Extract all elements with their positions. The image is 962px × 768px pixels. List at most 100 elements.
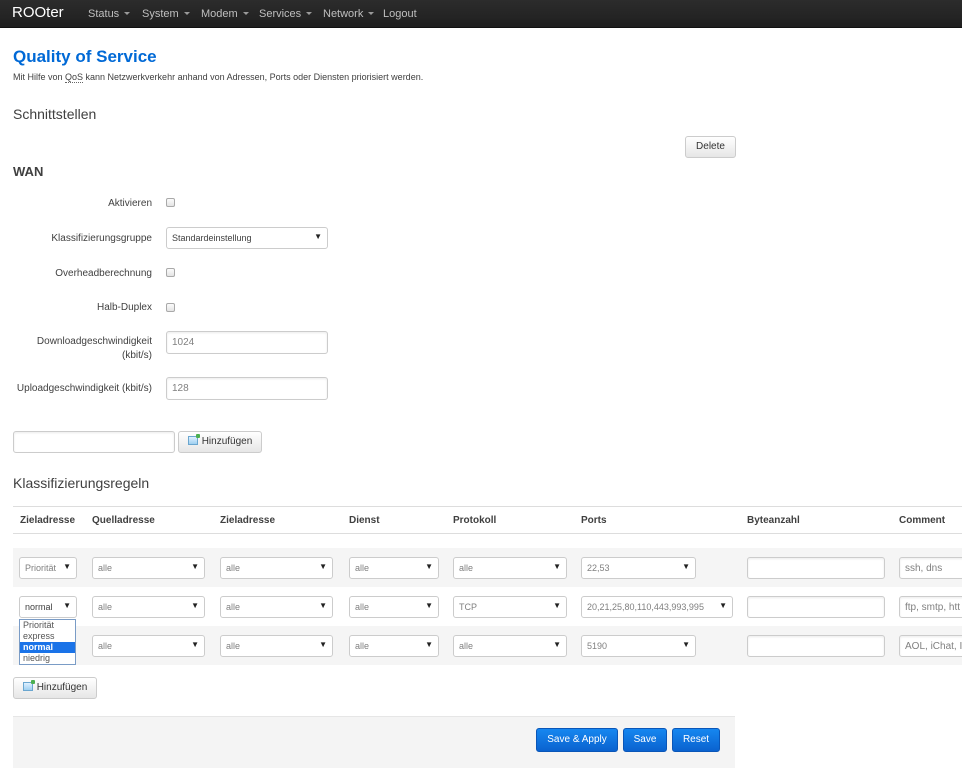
ports-select[interactable]: 5190 ▼ [581,635,696,657]
enable-checkbox[interactable] [166,198,175,207]
rules-table-header: Zieladresse Quelladresse Zieladresse Die… [13,506,962,534]
brand-logo[interactable]: ROOter [12,4,64,21]
source-select[interactable]: alle ▼ [92,557,205,579]
chevron-down-icon: ▼ [553,640,561,649]
dropdown-option-selected[interactable]: normal [20,642,75,653]
dropdown-option[interactable]: Priorität [20,620,75,631]
download-speed-input[interactable]: 1024 [166,331,328,354]
cell-value: 22,53 [587,563,610,573]
cell-value: alle [355,563,370,573]
target-dropdown-list: Priorität express normal niedrig [19,619,76,665]
comment-input[interactable]: AOL, iChat, I [899,635,962,657]
chevron-down-icon: ▼ [319,640,327,649]
add-rule-button[interactable]: Hinzufügen [13,677,97,699]
page-description: Mit Hilfe von QoS kann Netzwerkverkehr a… [13,72,424,83]
destination-select[interactable]: alle ▼ [220,635,333,657]
save-button[interactable]: Save [623,728,667,752]
comment-input[interactable]: ftp, smtp, htt [899,596,962,618]
chevron-down-icon: ▼ [191,601,199,610]
protocol-select[interactable]: TCP ▼ [453,596,567,618]
protocol-select[interactable]: alle ▼ [453,635,567,657]
nav-services[interactable]: Services [259,8,313,20]
desc-suffix: kann Netzwerkverkehr anhand von Adressen… [83,72,424,82]
chevron-down-icon: ▼ [553,562,561,571]
cell-value: alle [98,641,113,651]
destination-select[interactable]: alle ▼ [220,596,333,618]
nav-services-label: Services [259,8,302,20]
chevron-down-icon: ▼ [553,601,561,610]
col-bytes: Byteanzahl [747,515,800,526]
dropdown-option[interactable]: niedrig [20,653,75,664]
chevron-down-icon [306,12,313,15]
classgroup-label: Klassifizierungsgruppe [51,233,152,244]
reset-button[interactable]: Reset [672,728,720,752]
upload-speed-input[interactable]: 128 [166,377,328,400]
bytes-input[interactable] [747,596,885,618]
cell-value: TCP [459,602,477,612]
service-select[interactable]: alle ▼ [349,557,439,579]
ports-select[interactable]: 22,53 ▼ [581,557,696,579]
bytes-input[interactable] [747,635,885,657]
chevron-down-icon: ▼ [425,640,433,649]
cell-value: normal [25,602,53,612]
chevron-down-icon [242,12,249,15]
nav-logout[interactable]: Logout [383,8,417,20]
chevron-down-icon [124,12,131,15]
cell-value: alle [355,602,370,612]
col-target: Zieladresse [20,515,76,526]
chevron-down-icon: ▼ [719,601,727,610]
cell-value: alle [226,602,241,612]
col-protocol: Protokoll [453,515,497,526]
chevron-down-icon: ▼ [682,562,690,571]
nav-status[interactable]: Status [88,8,131,20]
col-ports: Ports [581,515,607,526]
add-icon [22,680,35,691]
dropdown-option[interactable]: express [20,631,75,642]
chevron-down-icon: ▼ [425,601,433,610]
rules-section-title: Klassifizierungsregeln [13,475,150,491]
download-label: Downloadgeschwindigkeit (kbit/s) [13,336,152,361]
cell-value: alle [98,563,113,573]
cell-value: alle [226,563,241,573]
nav-network[interactable]: Network [323,8,375,20]
col-comment: Comment [899,515,946,526]
protocol-select[interactable]: alle ▼ [453,557,567,579]
cell-value: 5190 [587,641,608,651]
destination-select[interactable]: alle ▼ [220,557,333,579]
save-apply-button[interactable]: Save & Apply [536,728,618,752]
page-title: Quality of Service [13,47,157,66]
source-select[interactable]: alle ▼ [92,635,205,657]
classgroup-select[interactable]: Standardeinstellung ▼ [166,227,328,249]
col-source: Quelladresse [92,515,155,526]
add-interface-button[interactable]: Hinzufügen [178,431,262,453]
interface-name: WAN [13,164,44,179]
nav-modem-label: Modem [201,8,238,20]
target-select[interactable]: normal ▼ [19,596,77,618]
cell-value: alle [226,641,241,651]
service-select[interactable]: alle ▼ [349,596,439,618]
target-select[interactable]: Priorität ▼ [19,557,77,579]
col-service: Dienst [349,515,380,526]
new-interface-input[interactable] [13,431,175,453]
cell-value: alle [459,641,474,651]
top-navbar: ROOter Status System Modem Services Netw… [0,0,962,28]
nav-modem[interactable]: Modem [201,8,249,20]
add-rule-label: Hinzufügen [36,682,88,693]
bytes-input[interactable] [747,557,885,579]
chevron-down-icon: ▼ [682,640,690,649]
nav-status-label: Status [88,8,120,20]
nav-system[interactable]: System [142,8,190,20]
chevron-down-icon: ▼ [425,562,433,571]
desc-prefix: Mit Hilfe von [13,72,66,82]
source-select[interactable]: alle ▼ [92,596,205,618]
halfduplex-checkbox[interactable] [166,303,175,312]
classgroup-value: Standardeinstellung [172,233,252,243]
comment-input[interactable]: ssh, dns [899,557,962,579]
chevron-down-icon [183,12,190,15]
ports-select[interactable]: 20,21,25,80,110,443,993,995 ▼ [581,596,733,618]
chevron-down-icon: ▼ [314,232,322,241]
delete-button[interactable]: Delete [685,136,736,158]
overhead-checkbox[interactable] [166,268,175,277]
upload-label: Uploadgeschwindigkeit (kbit/s) [16,383,152,394]
service-select[interactable]: alle ▼ [349,635,439,657]
